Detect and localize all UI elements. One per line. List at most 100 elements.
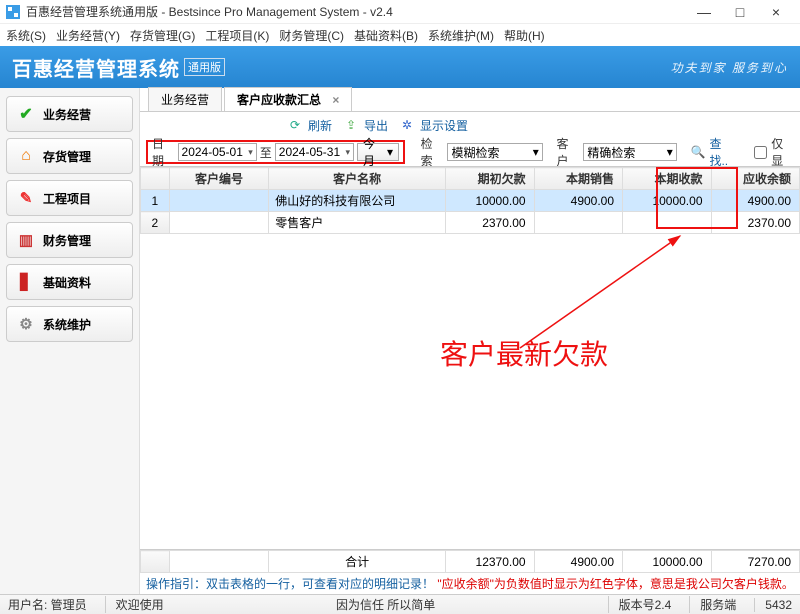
sidebar-label: 存货管理 bbox=[43, 148, 91, 165]
close-button[interactable]: × bbox=[758, 4, 794, 20]
customer-label: 客户 bbox=[557, 135, 580, 169]
sidebar-item-basedata[interactable]: ▋ 基础资料 bbox=[6, 264, 133, 300]
status-user: 用户名: 管理员 bbox=[8, 596, 87, 613]
content-area: 业务经营 客户应收款汇总 × ⟳ 刷新 ⇪ 导出 ✲ 显示设置 bbox=[140, 88, 800, 594]
maximize-button[interactable]: □ bbox=[722, 4, 758, 20]
col-receipt[interactable]: 本期收款 bbox=[623, 168, 711, 190]
select-value: 精确检索 bbox=[587, 144, 635, 161]
toolbar-actions: ⟳ 刷新 ⇪ 导出 ✲ 显示设置 bbox=[140, 112, 800, 138]
table-row[interactable]: 2 零售客户 2370.00 2370.00 bbox=[141, 212, 800, 234]
sidebar-item-project[interactable]: ✎ 工程项目 bbox=[6, 180, 133, 216]
menubar: 系统(S) 业务经营(Y) 存货管理(G) 工程项目(K) 财务管理(C) 基础… bbox=[0, 24, 800, 46]
cell-name: 佛山好的科技有限公司 bbox=[269, 190, 446, 212]
tab-receivables-summary[interactable]: 客户应收款汇总 × bbox=[224, 87, 352, 111]
banner-badge: 通用版 bbox=[184, 58, 225, 76]
cell-opening: 2370.00 bbox=[446, 212, 534, 234]
sidebar-item-maintenance[interactable]: ⚙ 系统维护 bbox=[6, 306, 133, 342]
refresh-button[interactable]: ⟳ 刷新 bbox=[290, 117, 332, 134]
hint-bar: 操作指引：双击表格的一行，可查看对应的明细记录！ "应收余额"为负数值时显示为红… bbox=[140, 573, 800, 594]
sidebar: ✔ 业务经营 ⌂ 存货管理 ✎ 工程项目 ▥ 财务管理 ▋ 基础资料 ⚙ 系统维… bbox=[0, 88, 140, 594]
chevron-down-icon: ▾ bbox=[345, 147, 350, 158]
cell-rownum: 2 bbox=[141, 212, 170, 234]
totals-balance: 7270.00 bbox=[711, 551, 800, 573]
menu-project[interactable]: 工程项目(K) bbox=[205, 27, 269, 44]
cell-balance: 2370.00 bbox=[711, 212, 800, 234]
search-mode-select[interactable]: 模糊检索 ▾ bbox=[447, 143, 542, 161]
export-icon: ⇪ bbox=[346, 118, 360, 132]
menu-maint[interactable]: 系统维护(M) bbox=[428, 27, 494, 44]
col-code[interactable]: 客户编号 bbox=[169, 168, 269, 190]
chevron-down-icon: ▾ bbox=[248, 147, 253, 158]
table-header-row: 客户编号 客户名称 期初欠款 本期销售 本期收款 应收余额 bbox=[141, 168, 800, 190]
totals-receipt: 10000.00 bbox=[623, 551, 711, 573]
menu-business[interactable]: 业务经营(Y) bbox=[56, 27, 120, 44]
menu-finance[interactable]: 财务管理(C) bbox=[279, 27, 344, 44]
date-from-input[interactable]: 2024-05-01 ▾ bbox=[178, 143, 257, 161]
col-name[interactable]: 客户名称 bbox=[269, 168, 446, 190]
export-button[interactable]: ⇪ 导出 bbox=[346, 117, 388, 134]
menu-system[interactable]: 系统(S) bbox=[6, 27, 46, 44]
sidebar-item-business[interactable]: ✔ 业务经营 bbox=[6, 96, 133, 132]
only-show-checkbox[interactable] bbox=[754, 146, 767, 159]
table-row[interactable]: 1 佛山好的科技有限公司 10000.00 4900.00 10000.00 4… bbox=[141, 190, 800, 212]
hint-text: 操作指引：双击表格的一行，可查看对应的明细记录！ bbox=[146, 577, 434, 591]
cell-sales: 4900.00 bbox=[534, 190, 622, 212]
status-welcome: 欢迎使用 bbox=[105, 596, 164, 613]
cell-balance: 4900.00 bbox=[711, 190, 800, 212]
date-from-value: 2024-05-01 bbox=[182, 145, 243, 159]
cell-receipt bbox=[623, 212, 711, 234]
col-balance[interactable]: 应收余额 bbox=[711, 168, 800, 190]
sidebar-label: 财务管理 bbox=[43, 232, 91, 249]
tab-business[interactable]: 业务经营 bbox=[148, 87, 222, 111]
menu-basedata[interactable]: 基础资料(B) bbox=[354, 27, 418, 44]
sidebar-item-finance[interactable]: ▥ 财务管理 bbox=[6, 222, 133, 258]
cell-rownum: 1 bbox=[141, 190, 170, 212]
refresh-icon: ⟳ bbox=[290, 118, 304, 132]
button-label: 显示设置 bbox=[420, 117, 468, 134]
tab-label: 业务经营 bbox=[161, 93, 209, 107]
settings-icon: ✲ bbox=[402, 118, 416, 132]
cell-sales bbox=[534, 212, 622, 234]
customer-mode-select[interactable]: 精确检索 ▾ bbox=[583, 143, 676, 161]
window-titlebar: 百惠经营管理系统通用版 - Bestsince Pro Management S… bbox=[0, 0, 800, 24]
col-sales[interactable]: 本期销售 bbox=[534, 168, 622, 190]
status-server: 服务端 bbox=[689, 596, 736, 613]
col-opening[interactable]: 期初欠款 bbox=[446, 168, 534, 190]
gear-icon: ⚙ bbox=[17, 315, 35, 333]
sidebar-label: 基础资料 bbox=[43, 274, 91, 291]
tab-label: 客户应收款汇总 bbox=[237, 93, 321, 107]
tab-bar: 业务经营 客户应收款汇总 × bbox=[140, 88, 800, 112]
window-title: 百惠经营管理系统通用版 - Bestsince Pro Management S… bbox=[26, 3, 686, 20]
totals-sales: 4900.00 bbox=[534, 551, 622, 573]
search-icon[interactable]: 🔍 bbox=[691, 145, 706, 159]
display-settings-button[interactable]: ✲ 显示设置 bbox=[402, 117, 468, 134]
annotation-text: 客户最新欠款 bbox=[440, 333, 608, 373]
sidebar-label: 业务经营 bbox=[43, 106, 91, 123]
status-version: 版本号2.4 bbox=[608, 596, 672, 613]
cell-receipt: 10000.00 bbox=[623, 190, 711, 212]
app-banner: 百惠经营管理系统 通用版 功夫到家 服务到心 bbox=[0, 46, 800, 88]
status-number: 5432 bbox=[754, 598, 792, 612]
find-link[interactable]: 查找.. bbox=[709, 135, 738, 169]
search-label: 检索 bbox=[421, 135, 444, 169]
toolbar-filters: 日期 2024-05-01 ▾ 至 2024-05-31 ▾ 今月 ▾ 检索 模… bbox=[140, 138, 800, 166]
minimize-button[interactable]: — bbox=[686, 4, 722, 20]
date-to-input[interactable]: 2024-05-31 ▾ bbox=[275, 143, 354, 161]
close-icon[interactable]: × bbox=[332, 93, 339, 107]
chevron-down-icon: ▾ bbox=[533, 145, 539, 159]
date-to-value: 2024-05-31 bbox=[279, 145, 340, 159]
tool-icon: ✎ bbox=[17, 189, 35, 207]
cell-name: 零售客户 bbox=[269, 212, 446, 234]
book-icon: ▋ bbox=[17, 273, 35, 291]
hint-red-text: "应收余额"为负数值时显示为红色字体，意思是我公司欠客户钱款。 bbox=[437, 577, 794, 591]
house-icon: ⌂ bbox=[17, 147, 35, 165]
this-month-button[interactable]: 今月 ▾ bbox=[357, 143, 399, 161]
menu-help[interactable]: 帮助(H) bbox=[504, 27, 545, 44]
menu-inventory[interactable]: 存货管理(G) bbox=[130, 27, 195, 44]
button-label: 导出 bbox=[364, 117, 388, 134]
sidebar-label: 工程项目 bbox=[43, 190, 91, 207]
col-rownum[interactable] bbox=[141, 168, 170, 190]
banner-title: 百惠经营管理系统 bbox=[12, 53, 180, 82]
sidebar-item-inventory[interactable]: ⌂ 存货管理 bbox=[6, 138, 133, 174]
cell-opening: 10000.00 bbox=[446, 190, 534, 212]
